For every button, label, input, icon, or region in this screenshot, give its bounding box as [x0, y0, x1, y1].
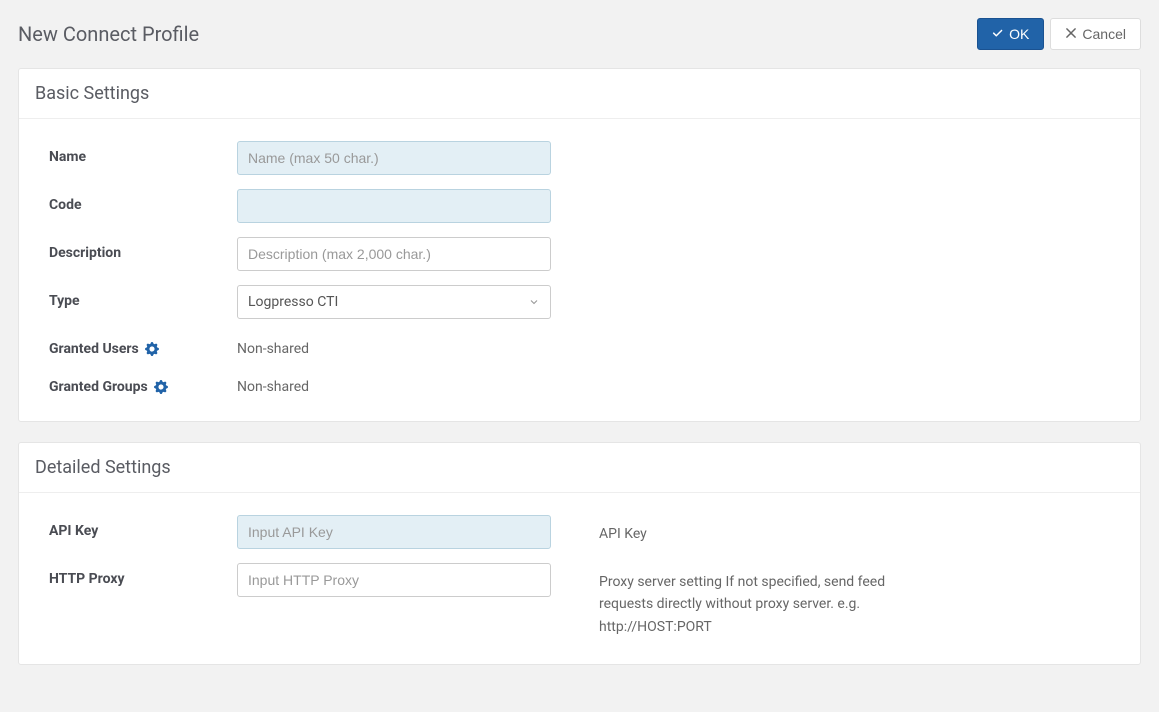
api-key-input[interactable] [237, 515, 551, 549]
granted-users-row: Granted Users Non-shared [49, 333, 1110, 357]
check-icon [992, 26, 1004, 42]
basic-settings-panel: Basic Settings Name Code Description [18, 68, 1141, 422]
type-select-value: Logpresso CTI [248, 294, 338, 310]
type-label: Type [49, 285, 237, 309]
http-proxy-help: Proxy server setting If not specified, s… [551, 563, 931, 638]
basic-settings-header: Basic Settings [19, 69, 1140, 119]
code-input[interactable] [237, 189, 551, 223]
granted-users-value: Non-shared [237, 333, 309, 357]
api-key-help: API Key [551, 515, 647, 545]
gear-icon[interactable] [145, 342, 159, 356]
ok-button[interactable]: OK [977, 18, 1044, 50]
type-row: Type Logpresso CTI [49, 285, 1110, 319]
granted-groups-label-text: Granted Groups [49, 379, 148, 395]
api-key-label: API Key [49, 515, 237, 539]
name-input[interactable] [237, 141, 551, 175]
description-input[interactable] [237, 237, 551, 271]
granted-users-label: Granted Users [49, 333, 237, 357]
code-row: Code [49, 189, 1110, 223]
ok-button-label: OK [1009, 26, 1029, 42]
granted-users-label-text: Granted Users [49, 341, 139, 357]
page-header: New Connect Profile OK Cancel [18, 18, 1141, 50]
close-icon [1065, 26, 1077, 42]
detailed-settings-panel: Detailed Settings API Key API Key HTTP P… [18, 442, 1141, 665]
type-select[interactable]: Logpresso CTI [237, 285, 551, 319]
http-proxy-input[interactable] [237, 563, 551, 597]
code-label: Code [49, 189, 237, 213]
http-proxy-row: HTTP Proxy Proxy server setting If not s… [49, 563, 1110, 638]
detailed-settings-title: Detailed Settings [35, 457, 1124, 478]
name-row: Name [49, 141, 1110, 175]
basic-settings-title: Basic Settings [35, 83, 1124, 104]
gear-icon[interactable] [154, 380, 168, 394]
detailed-settings-header: Detailed Settings [19, 443, 1140, 493]
cancel-button[interactable]: Cancel [1050, 18, 1141, 50]
page-title: New Connect Profile [18, 22, 199, 46]
http-proxy-label: HTTP Proxy [49, 563, 237, 587]
granted-groups-label: Granted Groups [49, 371, 237, 395]
cancel-button-label: Cancel [1082, 26, 1126, 42]
name-label: Name [49, 141, 237, 165]
header-buttons: OK Cancel [977, 18, 1141, 50]
granted-groups-value: Non-shared [237, 371, 309, 395]
api-key-row: API Key API Key [49, 515, 1110, 549]
granted-groups-row: Granted Groups Non-shared [49, 371, 1110, 395]
chevron-down-icon [528, 296, 540, 308]
description-label: Description [49, 237, 237, 261]
description-row: Description [49, 237, 1110, 271]
